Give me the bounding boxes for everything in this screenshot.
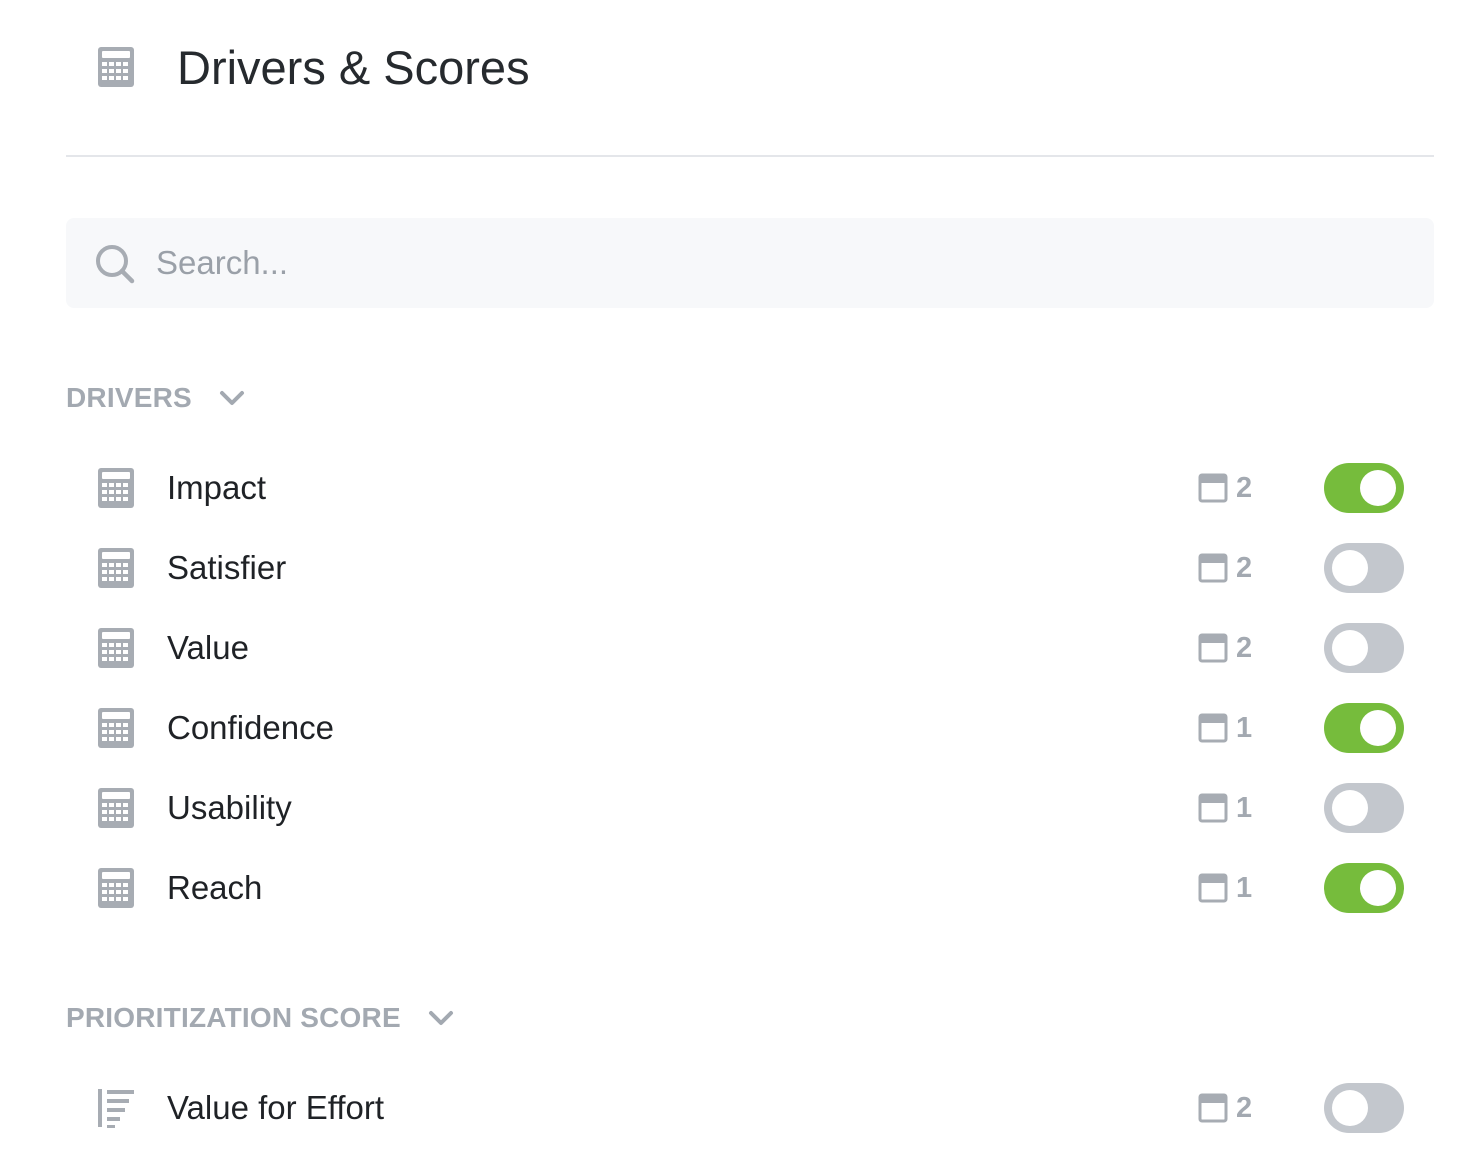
window-icon <box>1198 472 1228 504</box>
toggle-switch[interactable] <box>1324 783 1404 833</box>
driver-label: Confidence <box>167 709 334 746</box>
driver-row-usability[interactable]: Usability 1 <box>66 768 1434 848</box>
toggle-switch[interactable] <box>1324 623 1404 673</box>
window-icon <box>1198 792 1228 824</box>
search-box[interactable] <box>66 218 1434 308</box>
count-text: 1 <box>1236 871 1253 904</box>
driver-label: Impact <box>167 469 267 506</box>
prioritization-section-header[interactable]: PRIORITIZATION SCORE <box>66 998 455 1038</box>
count-text: 2 <box>1236 471 1253 504</box>
toggle-switch[interactable] <box>1324 703 1404 753</box>
window-icon <box>1198 712 1228 744</box>
toggle-switch[interactable] <box>1324 863 1404 913</box>
toggle-knob <box>1332 550 1368 586</box>
calculator-icon <box>97 547 135 589</box>
toggle-knob <box>1332 630 1368 666</box>
count-text: 2 <box>1236 631 1253 664</box>
usage-count: 1 <box>1198 790 1252 826</box>
sorted-list-icon <box>97 1087 135 1129</box>
calculator-icon <box>97 46 135 88</box>
driver-label: Value <box>167 629 249 666</box>
toggle-switch[interactable] <box>1324 543 1404 593</box>
toggle-knob <box>1360 710 1396 746</box>
driver-row-impact[interactable]: Impact 2 <box>66 448 1434 528</box>
page-title: Drivers & Scores <box>177 41 530 94</box>
usage-count: 2 <box>1198 470 1252 506</box>
score-label: Value for Effort <box>167 1089 385 1126</box>
window-icon <box>1198 552 1228 584</box>
driver-label: Reach <box>167 869 263 906</box>
header-divider <box>66 155 1434 157</box>
usage-count: 2 <box>1198 550 1252 586</box>
drivers-section-header[interactable]: DRIVERS <box>66 378 246 418</box>
chevron-down-icon[interactable] <box>427 1008 455 1028</box>
search-icon <box>96 245 135 284</box>
driver-row-reach[interactable]: Reach 1 <box>66 848 1434 928</box>
count-text: 1 <box>1236 711 1253 744</box>
toggle-knob <box>1332 1090 1368 1126</box>
score-row-value-for-effort[interactable]: Value for Effort 2 <box>66 1068 1434 1148</box>
count-text: 2 <box>1236 551 1253 584</box>
count-text: 1 <box>1236 791 1253 824</box>
driver-row-value[interactable]: Value 2 <box>66 608 1434 688</box>
usage-count: 1 <box>1198 870 1252 906</box>
driver-row-confidence[interactable]: Confidence 1 <box>66 688 1434 768</box>
calculator-icon <box>97 867 135 909</box>
calculator-icon <box>97 707 135 749</box>
count-text: 2 <box>1236 1091 1253 1124</box>
chevron-down-icon[interactable] <box>218 388 246 408</box>
page-header: Drivers & Scores <box>0 0 1460 157</box>
usage-count: 2 <box>1198 630 1252 666</box>
toggle-knob <box>1360 870 1396 906</box>
calculator-icon <box>97 627 135 669</box>
toggle-switch[interactable] <box>1324 463 1404 513</box>
toggle-knob <box>1360 470 1396 506</box>
window-icon <box>1198 1092 1228 1124</box>
driver-label: Satisfier <box>167 549 287 586</box>
toggle-knob <box>1332 790 1368 826</box>
driver-label: Usability <box>167 789 292 826</box>
usage-count: 2 <box>1198 1090 1252 1126</box>
window-icon <box>1198 632 1228 664</box>
toggle-switch[interactable] <box>1324 1083 1404 1133</box>
calculator-icon <box>97 467 135 509</box>
window-icon <box>1198 872 1228 904</box>
section-label-drivers: DRIVERS <box>66 382 192 413</box>
calculator-icon <box>97 787 135 829</box>
driver-row-satisfier[interactable]: Satisfier 2 <box>66 528 1434 608</box>
search-input[interactable] <box>156 236 1396 290</box>
usage-count: 1 <box>1198 710 1252 746</box>
section-label-prioritization-score: PRIORITIZATION SCORE <box>66 1002 401 1033</box>
